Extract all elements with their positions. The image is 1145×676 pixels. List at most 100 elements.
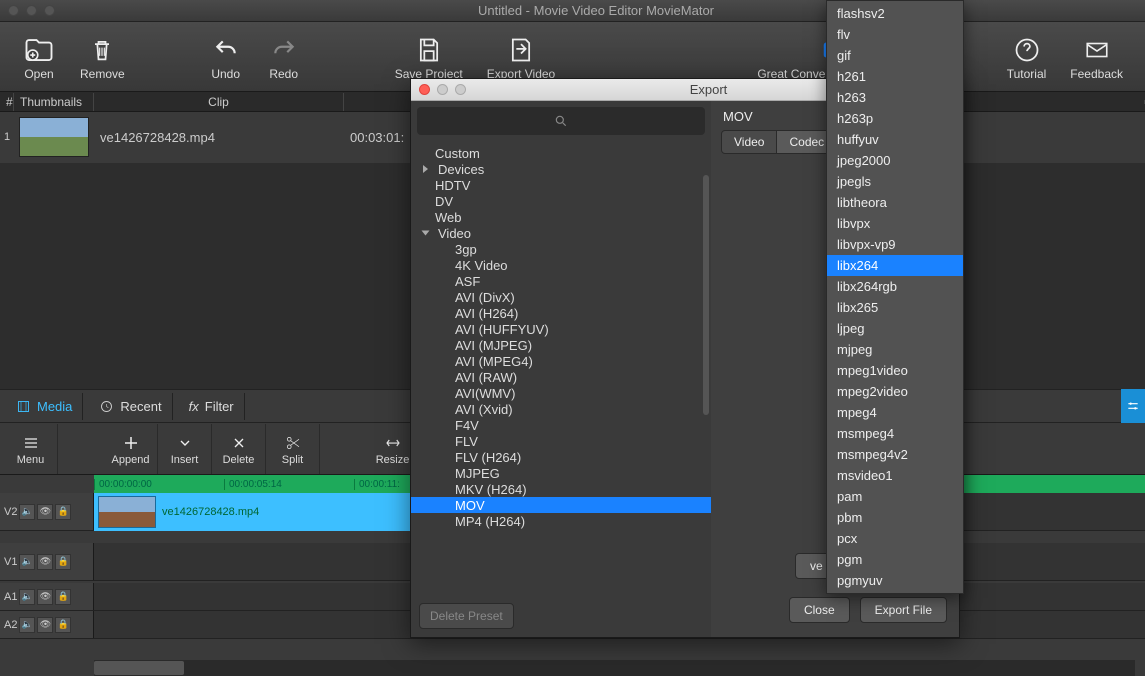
tree-item[interactable]: AVI (H264) bbox=[411, 305, 711, 321]
minimize-window-dot[interactable] bbox=[26, 5, 37, 16]
tree-item[interactable]: MP4 (H264) bbox=[411, 513, 711, 529]
remove-button[interactable]: Remove bbox=[68, 29, 137, 85]
codec-option[interactable]: mjpeg bbox=[827, 339, 963, 360]
lock-icon[interactable]: 🔒 bbox=[55, 589, 71, 605]
codec-option[interactable]: ljpeg bbox=[827, 318, 963, 339]
mute-icon[interactable]: 🔈 bbox=[19, 554, 35, 570]
tree-item[interactable]: AVI(WMV) bbox=[411, 385, 711, 401]
eye-icon[interactable]: 👁 bbox=[37, 504, 53, 520]
codec-dropdown[interactable]: flashsv2flvgifh261h263h263phuffyuvjpeg20… bbox=[826, 0, 964, 594]
tree-custom[interactable]: Custom bbox=[411, 145, 711, 161]
codec-option[interactable]: libx264 bbox=[827, 255, 963, 276]
right-panel-toggle[interactable] bbox=[1121, 389, 1145, 423]
codec-option[interactable]: h263 bbox=[827, 87, 963, 108]
codec-option[interactable]: gif bbox=[827, 45, 963, 66]
codec-option[interactable]: libvpx bbox=[827, 213, 963, 234]
tree-item[interactable]: AVI (HUFFYUV) bbox=[411, 321, 711, 337]
codec-option[interactable]: flashsv2 bbox=[827, 3, 963, 24]
tree-hdtv[interactable]: HDTV bbox=[411, 177, 711, 193]
feedback-button[interactable]: Feedback bbox=[1058, 29, 1135, 85]
codec-option[interactable]: pgm bbox=[827, 549, 963, 570]
codec-option[interactable]: jpegls bbox=[827, 171, 963, 192]
timeline-scrollbar[interactable] bbox=[94, 660, 1135, 676]
codec-option[interactable]: libx265 bbox=[827, 297, 963, 318]
open-button[interactable]: Open bbox=[10, 29, 68, 85]
col-num[interactable]: # bbox=[0, 93, 14, 111]
eye-icon[interactable]: 👁 bbox=[37, 554, 53, 570]
undo-button[interactable]: Undo bbox=[197, 29, 255, 85]
tree-item[interactable]: AVI (RAW) bbox=[411, 369, 711, 385]
tab-filter[interactable]: fx Filter bbox=[179, 393, 245, 420]
tree-item[interactable]: FLV (H264) bbox=[411, 449, 711, 465]
delete-button[interactable]: Delete bbox=[212, 424, 266, 474]
delete-preset-button[interactable]: Delete Preset bbox=[419, 603, 514, 629]
append-button[interactable]: Append bbox=[104, 424, 158, 474]
codec-option[interactable]: pbm bbox=[827, 507, 963, 528]
export-video-button[interactable]: Export Video bbox=[475, 29, 568, 85]
tree-devices[interactable]: Devices bbox=[411, 161, 711, 177]
tree-item[interactable]: 3gp bbox=[411, 241, 711, 257]
split-button[interactable]: Split bbox=[266, 424, 320, 474]
codec-option[interactable]: msmpeg4 bbox=[827, 423, 963, 444]
zoom-window-dot[interactable] bbox=[44, 5, 55, 16]
eye-icon[interactable]: 👁 bbox=[37, 589, 53, 605]
codec-option[interactable]: mpeg1video bbox=[827, 360, 963, 381]
lock-icon[interactable]: 🔒 bbox=[55, 504, 71, 520]
codec-option[interactable]: libvpx-vp9 bbox=[827, 234, 963, 255]
preset-search-input[interactable] bbox=[417, 107, 705, 135]
timeline-clip[interactable]: ve1426728428.mp4 bbox=[94, 493, 414, 531]
close-window-dot[interactable] bbox=[419, 84, 430, 95]
tree-item[interactable]: 4K Video bbox=[411, 257, 711, 273]
codec-option[interactable]: mpeg4 bbox=[827, 402, 963, 423]
mute-icon[interactable]: 🔈 bbox=[19, 617, 35, 633]
tree-item[interactable]: AVI (DivX) bbox=[411, 289, 711, 305]
tree-item[interactable]: MKV (H264) bbox=[411, 481, 711, 497]
eye-icon[interactable]: 👁 bbox=[37, 617, 53, 633]
tutorial-button[interactable]: Tutorial bbox=[995, 29, 1059, 85]
tree-item[interactable]: AVI (MPEG4) bbox=[411, 353, 711, 369]
minimize-window-dot[interactable] bbox=[437, 84, 448, 95]
timeline-menu-button[interactable]: Menu bbox=[4, 424, 58, 474]
tree-item[interactable]: MJPEG bbox=[411, 465, 711, 481]
codec-option[interactable]: pcx bbox=[827, 528, 963, 549]
tab-media[interactable]: Media bbox=[6, 393, 83, 420]
tree-item[interactable]: AVI (MJPEG) bbox=[411, 337, 711, 353]
preset-tree[interactable]: Custom Devices HDTV DV Web Video 3gp4K V… bbox=[411, 141, 711, 595]
tree-web[interactable]: Web bbox=[411, 209, 711, 225]
codec-option[interactable]: msvideo1 bbox=[827, 465, 963, 486]
mute-icon[interactable]: 🔈 bbox=[19, 589, 35, 605]
tree-video[interactable]: Video bbox=[411, 225, 711, 241]
tree-scrollbar[interactable] bbox=[703, 175, 709, 415]
codec-option[interactable]: h261 bbox=[827, 66, 963, 87]
export-file-button[interactable]: Export File bbox=[860, 597, 947, 623]
codec-option[interactable]: h263p bbox=[827, 108, 963, 129]
tree-item[interactable]: AVI (Xvid) bbox=[411, 401, 711, 417]
codec-option[interactable]: flv bbox=[827, 24, 963, 45]
codec-option[interactable]: huffyuv bbox=[827, 129, 963, 150]
col-clip[interactable]: Clip bbox=[94, 93, 344, 111]
zoom-window-dot[interactable] bbox=[455, 84, 466, 95]
redo-button[interactable]: Redo bbox=[255, 29, 313, 85]
tab-recent[interactable]: Recent bbox=[89, 393, 172, 420]
tree-item[interactable]: ASF bbox=[411, 273, 711, 289]
mute-icon[interactable]: 🔈 bbox=[19, 504, 35, 520]
lock-icon[interactable]: 🔒 bbox=[55, 617, 71, 633]
codec-option[interactable]: pam bbox=[827, 486, 963, 507]
save-project-button[interactable]: Save Project bbox=[383, 29, 475, 85]
tab-video[interactable]: Video bbox=[721, 130, 777, 154]
codec-option[interactable]: libtheora bbox=[827, 192, 963, 213]
close-window-dot[interactable] bbox=[8, 5, 19, 16]
codec-option[interactable]: msmpeg4v2 bbox=[827, 444, 963, 465]
codec-option[interactable]: jpeg2000 bbox=[827, 150, 963, 171]
tree-item[interactable]: MOV bbox=[411, 497, 711, 513]
codec-option[interactable]: libx264rgb bbox=[827, 276, 963, 297]
tree-item[interactable]: F4V bbox=[411, 417, 711, 433]
close-button[interactable]: Close bbox=[789, 597, 850, 623]
col-thumbnails[interactable]: Thumbnails bbox=[14, 93, 94, 111]
lock-icon[interactable]: 🔒 bbox=[55, 554, 71, 570]
codec-option[interactable]: pgmyuv bbox=[827, 570, 963, 591]
insert-button[interactable]: Insert bbox=[158, 424, 212, 474]
tree-item[interactable]: FLV bbox=[411, 433, 711, 449]
codec-option[interactable]: mpeg2video bbox=[827, 381, 963, 402]
tree-dv[interactable]: DV bbox=[411, 193, 711, 209]
